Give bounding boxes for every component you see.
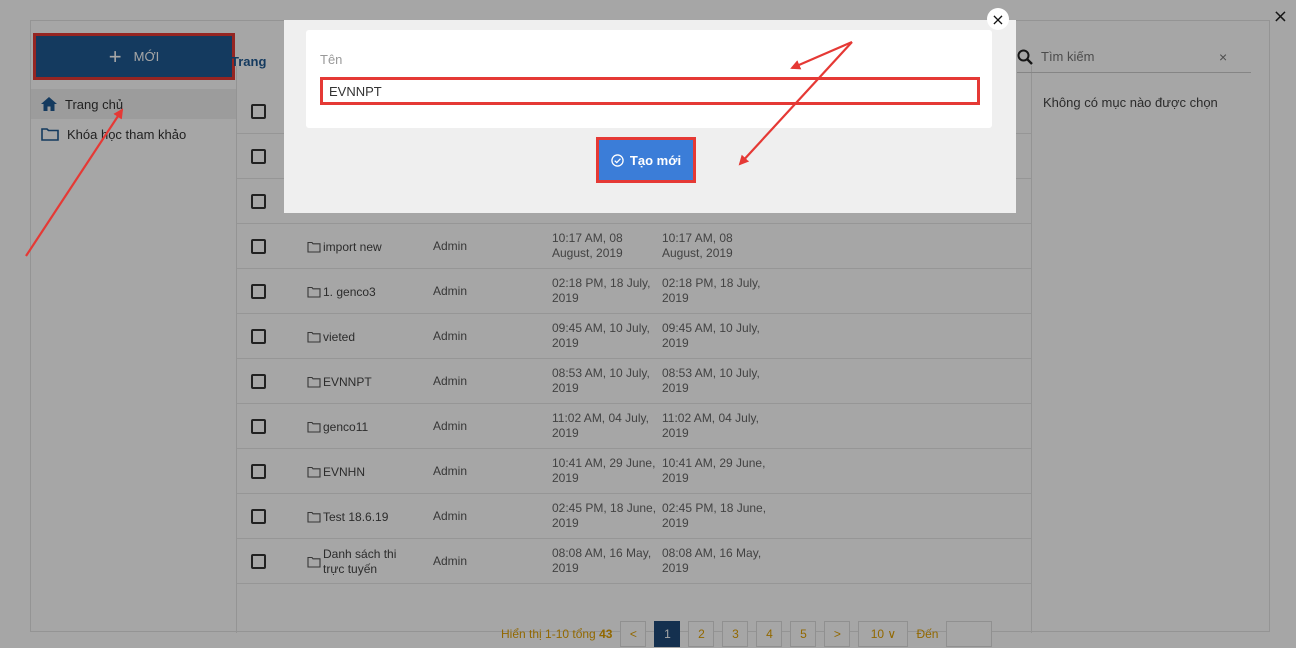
name-field-label: Tên [320,52,343,67]
check-circle-icon [611,153,624,167]
dialog-close-icon[interactable]: × [987,8,1009,30]
create-folder-dialog: × Tên Tạo mới [284,8,1016,213]
create-button[interactable]: Tạo mới [596,137,696,183]
dialog-form-card: Tên [306,30,992,128]
folder-name-input[interactable] [320,77,980,105]
create-button-label: Tạo mới [629,152,682,168]
